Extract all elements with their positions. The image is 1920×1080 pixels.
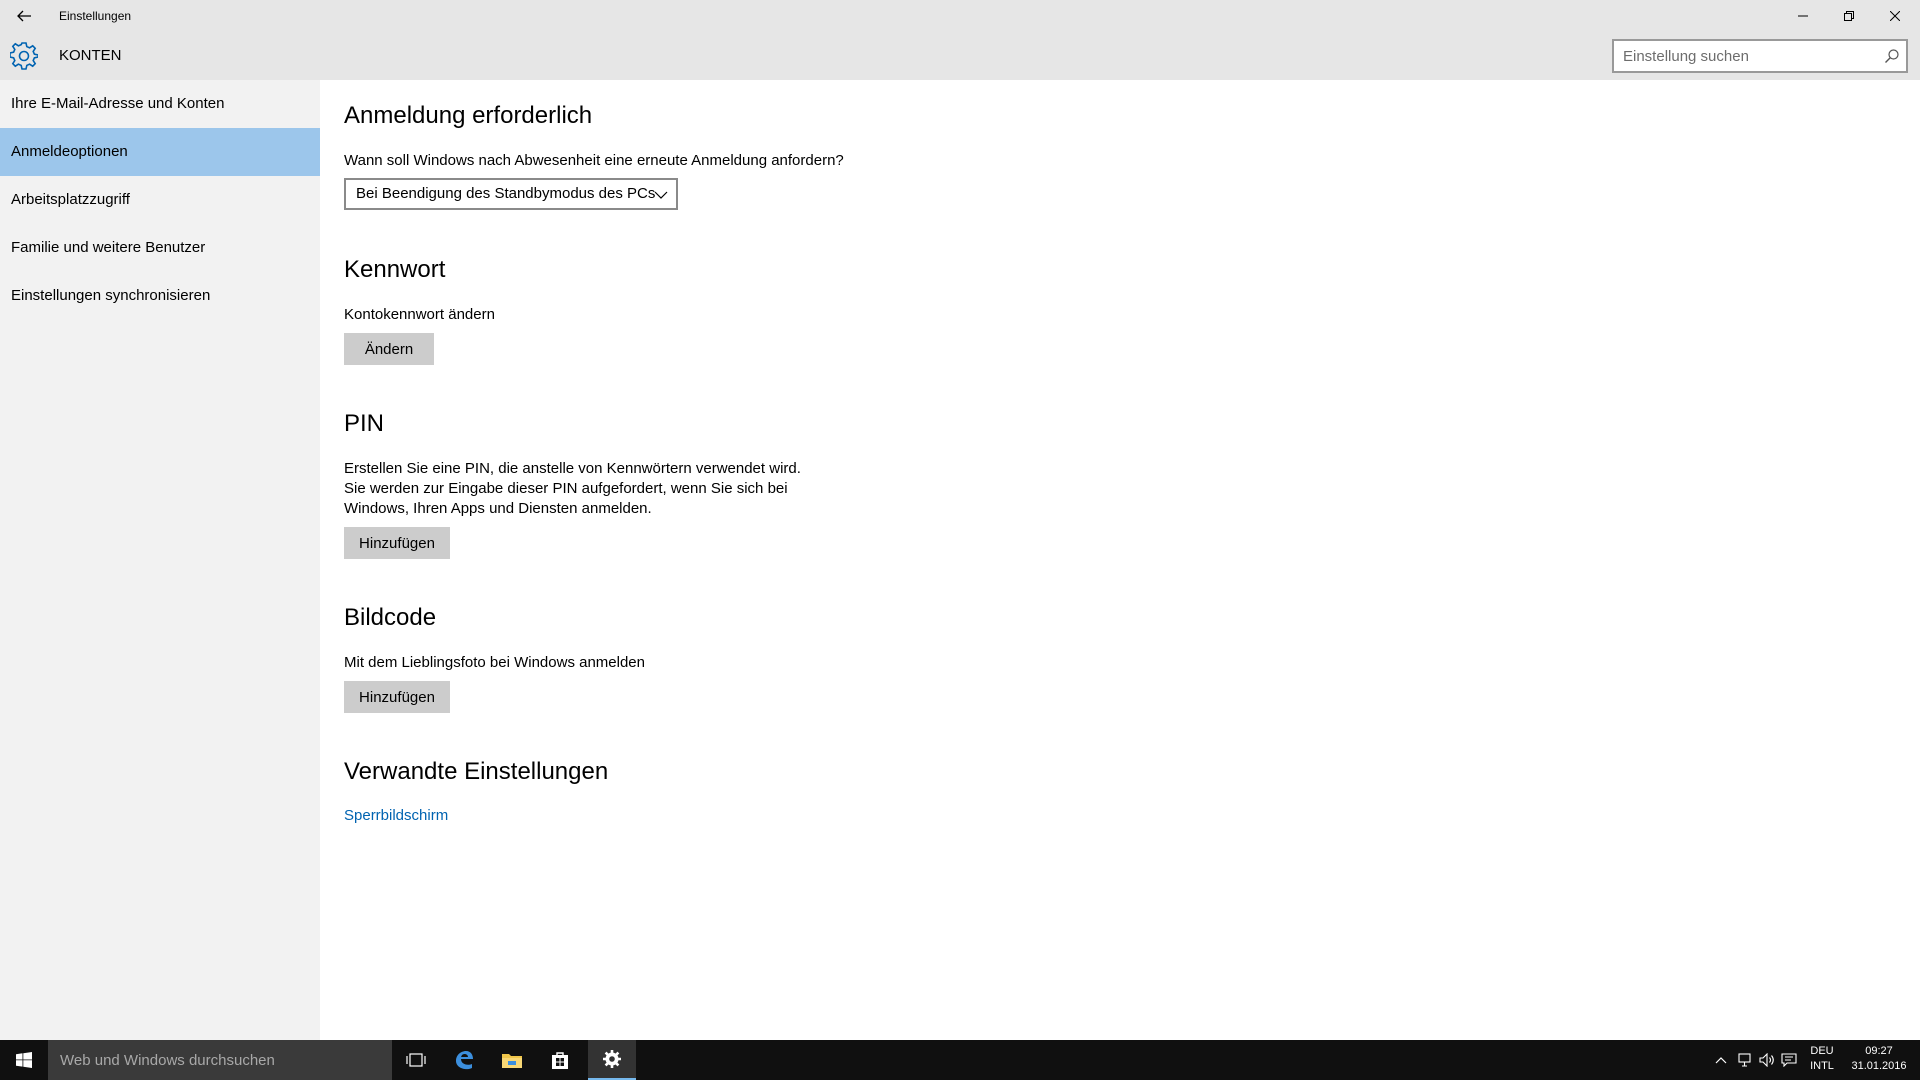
folder-icon — [502, 1054, 522, 1068]
related-settings-heading: Verwandte Einstellungen — [344, 758, 609, 785]
password-description: Kontokennwort ändern — [344, 306, 495, 323]
picture-password-description: Mit dem Lieblingsfoto bei Windows anmeld… — [344, 654, 645, 671]
sidebar-item-family-and-other-users[interactable]: Familie und weitere Benutzer — [0, 224, 320, 272]
sidebar: Ihre E-Mail-Adresse und Konten Anmeldeop… — [0, 80, 320, 1040]
volume-button[interactable] — [1756, 1040, 1778, 1080]
sidebar-item-sign-in-options[interactable]: Anmeldeoptionen — [0, 128, 320, 176]
settings-gear-icon — [603, 1050, 621, 1068]
chevron-down-icon — [654, 191, 668, 199]
search-icon[interactable] — [1884, 48, 1900, 64]
task-view-button[interactable] — [392, 1040, 440, 1080]
settings-search-input[interactable] — [1614, 41, 1874, 71]
gear-icon — [10, 42, 38, 70]
network-button[interactable] — [1734, 1040, 1756, 1080]
start-button[interactable] — [0, 1040, 48, 1080]
change-password-button[interactable]: Ändern — [344, 333, 434, 365]
taskbar: DEU INTL 09:27 31.01.2016 — [0, 1040, 1920, 1080]
signin-required-question: Wann soll Windows nach Abwesenheit eine … — [344, 152, 844, 169]
action-center-button[interactable] — [1778, 1040, 1800, 1080]
input-language-indicator[interactable]: DEU INTL — [1800, 1044, 1844, 1074]
edge-icon — [456, 1051, 473, 1070]
language-code: DEU — [1810, 1045, 1834, 1057]
edge-browser-button[interactable] — [440, 1040, 488, 1080]
pin-description-line1: Erstellen Sie eine PIN, die anstelle von… — [344, 460, 801, 477]
keyboard-layout: INTL — [1810, 1060, 1834, 1072]
network-icon — [1738, 1053, 1751, 1067]
show-hidden-icons-button[interactable] — [1710, 1040, 1732, 1080]
add-pin-button[interactable]: Hinzufügen — [344, 527, 450, 559]
clock[interactable]: 09:27 31.01.2016 — [1846, 1044, 1912, 1074]
restore-button[interactable] — [1826, 0, 1872, 32]
windows-logo-icon — [16, 1052, 32, 1068]
main-content: Anmeldung erforderlich Wann soll Windows… — [320, 80, 1920, 1040]
password-heading: Kennwort — [344, 256, 446, 283]
speaker-icon — [1759, 1053, 1774, 1067]
close-icon — [1890, 11, 1900, 21]
minimize-icon — [1798, 15, 1808, 17]
lock-screen-link[interactable]: Sperrbildschirm — [344, 807, 448, 824]
close-button[interactable] — [1872, 0, 1918, 32]
taskbar-search-box[interactable] — [48, 1040, 392, 1080]
back-arrow-icon — [17, 10, 31, 22]
taskbar-search-input[interactable] — [48, 1040, 378, 1080]
chevron-up-icon — [1715, 1057, 1727, 1064]
task-view-icon — [406, 1053, 426, 1067]
store-bag-icon — [552, 1052, 568, 1069]
signin-required-dropdown-value: Bei Beendigung des Standbymodus des PCs — [356, 185, 656, 202]
pin-heading: PIN — [344, 410, 385, 437]
sidebar-item-sync-settings[interactable]: Einstellungen synchronisieren — [0, 272, 320, 320]
restore-icon — [1844, 11, 1854, 21]
signin-required-dropdown[interactable]: Bei Beendigung des Standbymodus des PCs — [344, 178, 678, 210]
signin-required-heading: Anmeldung erforderlich — [344, 102, 593, 129]
pin-description-line3: Windows, Ihren Apps und Diensten anmelde… — [344, 500, 652, 517]
notification-icon — [1781, 1053, 1797, 1067]
window-title: Einstellungen — [59, 9, 132, 23]
picture-password-heading: Bildcode — [344, 604, 437, 631]
minimize-button[interactable] — [1780, 0, 1826, 32]
back-button[interactable] — [8, 0, 40, 32]
store-button[interactable] — [536, 1040, 584, 1080]
clock-time: 09:27 — [1865, 1045, 1893, 1057]
sidebar-item-work-access[interactable]: Arbeitsplatzzugriff — [0, 176, 320, 224]
add-picture-password-button[interactable]: Hinzufügen — [344, 681, 450, 713]
title-bar: Einstellungen — [0, 0, 1920, 32]
settings-app-button[interactable] — [588, 1040, 636, 1080]
clock-date: 31.01.2016 — [1851, 1060, 1907, 1072]
settings-search-box[interactable] — [1612, 39, 1908, 73]
page-title: KONTEN — [59, 47, 122, 64]
file-explorer-button[interactable] — [488, 1040, 536, 1080]
sidebar-item-email-and-accounts[interactable]: Ihre E-Mail-Adresse und Konten — [0, 80, 320, 128]
app-header: KONTEN — [0, 32, 1920, 80]
pin-description-line2: Sie werden zur Eingabe dieser PIN aufgef… — [344, 480, 788, 497]
